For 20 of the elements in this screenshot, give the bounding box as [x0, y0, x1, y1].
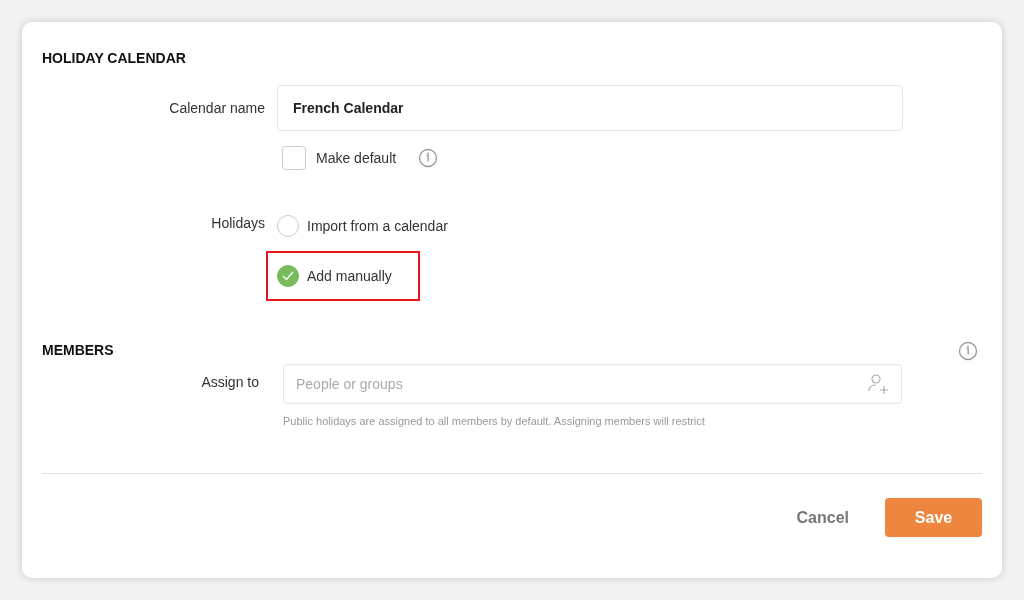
radio-label: Import from a calendar — [307, 218, 448, 234]
radio-button[interactable] — [277, 265, 299, 287]
hint-text: Public holidays are assigned to all members by default. Assigning members will restrict — [283, 415, 706, 427]
info-icon[interactable] — [418, 148, 439, 168]
add-person-icon[interactable] — [866, 372, 890, 396]
radio-option[interactable]: Import from a calendar — [266, 201, 476, 251]
checkbox-label: Make default — [316, 150, 397, 166]
field-label: Calendar name — [168, 99, 266, 116]
section-heading: MEMBERS — [42, 342, 114, 360]
calendar-name-field[interactable]: French Calendar — [277, 85, 903, 131]
check-icon — [282, 271, 294, 281]
field-label: Holidays — [210, 214, 266, 231]
info-icon[interactable] — [958, 341, 978, 361]
section-heading: HOLIDAY CALENDAR — [42, 50, 187, 68]
radio-label: Add manually — [307, 268, 392, 284]
field-label: Assign to — [200, 373, 260, 390]
checkbox[interactable] — [282, 146, 306, 170]
assign-to-field[interactable]: People or groups — [283, 364, 902, 404]
radio-button[interactable] — [277, 215, 299, 237]
cancel-button[interactable]: Cancel — [790, 498, 855, 537]
